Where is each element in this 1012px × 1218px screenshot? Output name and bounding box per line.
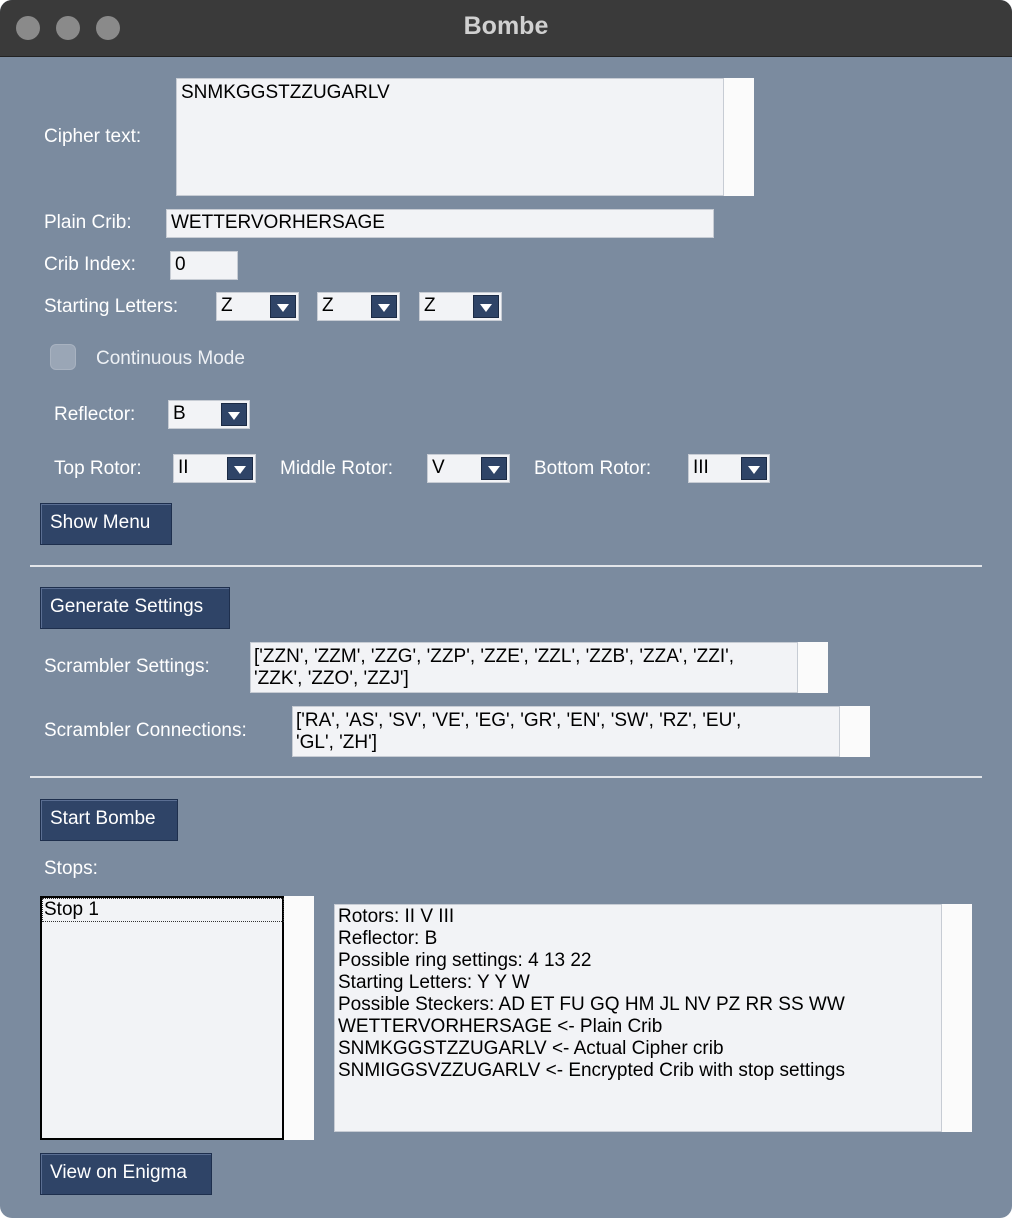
show-menu-button[interactable]: Show Menu xyxy=(40,503,172,545)
starting-letter-1-select[interactable]: Z xyxy=(216,292,299,321)
title-bar: Bombe xyxy=(0,0,1012,57)
plain-crib-input[interactable]: WETTERVORHERSAGE xyxy=(166,209,714,238)
chevron-down-icon[interactable] xyxy=(481,457,507,480)
cipher-text-area[interactable]: SNMKGGSTZZUGARLV xyxy=(176,78,724,196)
stop-info-line: SNMIGGSVZZUGARLV <- Encrypted Crib with … xyxy=(338,1060,845,1081)
middle-rotor-value: V xyxy=(432,457,445,478)
stop-info-line: SNMKGGSTZZUGARLV <- Actual Cipher crib xyxy=(338,1038,724,1059)
cipher-text-scrollbar[interactable] xyxy=(724,78,754,196)
list-item[interactable]: Stop 1 xyxy=(42,898,284,922)
middle-rotor-select[interactable]: V xyxy=(427,454,510,483)
scrambler-connections-line-1: ['RA', 'AS', 'SV', 'VE', 'EG', 'GR', 'EN… xyxy=(296,710,742,731)
window-title: Bombe xyxy=(463,12,549,40)
starting-letter-1-value: Z xyxy=(221,295,233,316)
middle-rotor-label: Middle Rotor: xyxy=(280,458,393,479)
view-on-enigma-button[interactable]: View on Enigma xyxy=(40,1153,212,1195)
stops-label: Stops: xyxy=(44,858,98,879)
start-bombe-button[interactable]: Start Bombe xyxy=(40,799,178,841)
stop-info-line: WETTERVORHERSAGE <- Plain Crib xyxy=(338,1016,663,1037)
scrambler-connections-line-2: 'GL', 'ZH'] xyxy=(296,732,378,753)
starting-letter-2-value: Z xyxy=(322,295,334,316)
stops-listbox[interactable]: Stop 1 xyxy=(40,896,284,1140)
scrambler-connections-scrollbar[interactable] xyxy=(840,706,870,757)
scrambler-settings-line-2: 'ZZK', 'ZZO', 'ZZJ'] xyxy=(254,668,409,689)
chevron-down-icon[interactable] xyxy=(227,457,253,480)
top-rotor-select[interactable]: II xyxy=(173,454,256,483)
plain-crib-label: Plain Crib: xyxy=(44,212,132,233)
stop-info-scrollbar[interactable] xyxy=(942,904,972,1132)
section-divider xyxy=(30,776,982,778)
starting-letter-3-select[interactable]: Z xyxy=(419,292,502,321)
chevron-down-icon[interactable] xyxy=(221,403,247,426)
starting-letter-3-value: Z xyxy=(424,295,436,316)
stop-info-content: Rotors: II V III Reflector: B Possible r… xyxy=(338,906,845,1082)
reflector-value: B xyxy=(173,403,186,424)
stop-info-line: Reflector: B xyxy=(338,928,438,949)
top-rotor-value: II xyxy=(178,457,189,478)
stop-info-line: Starting Letters: Y Y W xyxy=(338,972,530,993)
scrambler-settings-text[interactable]: ['ZZN', 'ZZM', 'ZZG', 'ZZP', 'ZZE', 'ZZL… xyxy=(250,642,798,693)
chevron-down-icon[interactable] xyxy=(270,295,296,318)
stops-list-scrollbar[interactable] xyxy=(284,896,314,1140)
continuous-mode-label: Continuous Mode xyxy=(96,348,245,369)
scrambler-settings-line-1: ['ZZN', 'ZZM', 'ZZG', 'ZZP', 'ZZE', 'ZZL… xyxy=(254,646,735,667)
crib-index-input[interactable]: 0 xyxy=(170,251,238,280)
chevron-down-icon[interactable] xyxy=(473,295,499,318)
scrambler-connections-label: Scrambler Connections: xyxy=(44,720,247,741)
stop-info-line: Possible Steckers: AD ET FU GQ HM JL NV … xyxy=(338,994,845,1015)
bottom-rotor-label: Bottom Rotor: xyxy=(534,458,652,479)
stop-info-line: Rotors: II V III xyxy=(338,906,455,927)
chevron-down-icon[interactable] xyxy=(741,457,767,480)
scrambler-settings-scrollbar[interactable] xyxy=(798,642,828,693)
chevron-down-icon[interactable] xyxy=(371,295,397,318)
stop-info-line: Possible ring settings: 4 13 22 xyxy=(338,950,592,971)
scrambler-settings-label: Scrambler Settings: xyxy=(44,656,210,677)
starting-letter-2-select[interactable]: Z xyxy=(317,292,400,321)
starting-letters-label: Starting Letters: xyxy=(44,296,179,317)
reflector-label: Reflector: xyxy=(54,404,136,425)
reflector-select[interactable]: B xyxy=(168,400,250,429)
generate-settings-button[interactable]: Generate Settings xyxy=(40,587,230,629)
bottom-rotor-select[interactable]: III xyxy=(688,454,770,483)
crib-index-label: Crib Index: xyxy=(44,254,136,275)
continuous-mode-checkbox[interactable] xyxy=(50,344,76,370)
bottom-rotor-value: III xyxy=(693,457,709,478)
top-rotor-label: Top Rotor: xyxy=(54,458,142,479)
bombe-window: Bombe Cipher text: SNMKGGSTZZUGARLV Plai… xyxy=(0,0,1012,1218)
section-divider xyxy=(30,565,982,567)
scrambler-connections-text[interactable]: ['RA', 'AS', 'SV', 'VE', 'EG', 'GR', 'EN… xyxy=(292,706,840,757)
cipher-text-label: Cipher text: xyxy=(44,126,142,147)
